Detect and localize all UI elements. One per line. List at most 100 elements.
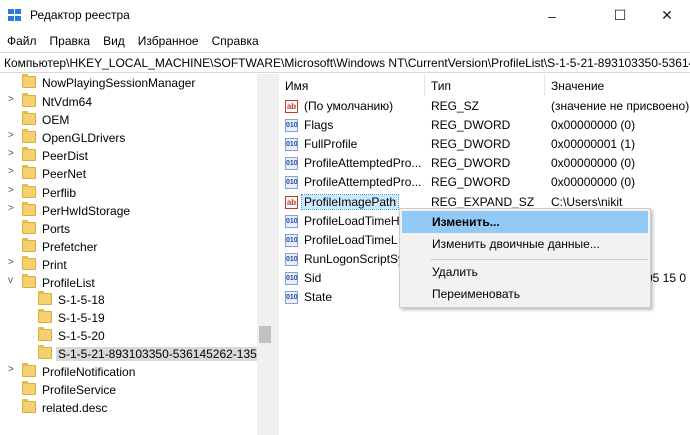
tree-item-label: Print <box>42 258 67 272</box>
tree-item[interactable]: ProfileService <box>0 381 258 399</box>
tree-item-label: PerHwIdStorage <box>42 204 131 218</box>
binary-value-icon: 010 <box>285 138 298 151</box>
expand-arrow-icon[interactable]: > <box>8 257 18 268</box>
folder-icon <box>22 202 36 216</box>
tree-item[interactable]: OEM <box>0 111 258 129</box>
folder-icon <box>38 309 52 323</box>
tree-item[interactable]: S-1-5-19 <box>0 309 258 327</box>
value-name: RunLogonScriptSy <box>304 252 405 266</box>
expand-arrow-icon[interactable]: > <box>8 203 18 214</box>
close-button[interactable]: ✕ <box>644 0 690 31</box>
tree-item-label: S-1-5-19 <box>58 311 105 325</box>
value-row[interactable]: 010 ProfileAttemptedPro... REG_DWORD 0x0… <box>279 154 690 173</box>
value-data: C:\Users\nikit <box>551 195 623 209</box>
tree-item-label: OEM <box>42 113 70 127</box>
folder-icon <box>22 399 36 413</box>
expand-arrow-icon[interactable]: > <box>8 166 18 177</box>
value-row[interactable]: ab (По умолчанию) REG_SZ (значение не пр… <box>279 97 690 116</box>
folder-icon <box>22 238 36 252</box>
tree-scrollbar[interactable] <box>257 74 273 435</box>
tree-item[interactable]: > PerHwIdStorage <box>0 202 258 220</box>
tree-item[interactable]: > OpenGLDrivers <box>0 129 258 147</box>
value-name: (По умолчанию) <box>304 99 394 113</box>
tree-item-label: ProfileList <box>42 276 95 290</box>
tree-item-label: PeerDist <box>42 149 89 163</box>
value-type: REG_DWORD <box>431 137 511 151</box>
menu-bar: Файл Правка Вид Избранное Справка <box>0 31 690 51</box>
menu-edit[interactable]: Правка <box>43 31 97 51</box>
tree-item[interactable]: > ProfileNotification <box>0 363 258 381</box>
value-data: 05 15 0 <box>646 271 687 285</box>
binary-value-icon: 010 <box>285 234 298 247</box>
value-data: 0x00000000 (0) <box>551 175 636 189</box>
value-row[interactable]: 010 FullProfile REG_DWORD 0x00000001 (1) <box>279 135 690 154</box>
folder-icon <box>38 327 52 341</box>
value-name: ProfileAttemptedPro... <box>304 156 422 170</box>
address-bar[interactable]: Компьютер\HKEY_LOCAL_MACHINE\SOFTWARE\Mi… <box>0 52 690 73</box>
expand-arrow-icon[interactable]: v <box>8 275 18 286</box>
tree-item[interactable]: S-1-5-18 <box>0 291 258 309</box>
menu-file[interactable]: Файл <box>0 31 43 51</box>
tree-item[interactable]: related.desc <box>0 399 258 417</box>
column-header-value[interactable]: Значение <box>545 74 690 96</box>
folder-icon <box>22 74 36 88</box>
expand-arrow-icon[interactable]: > <box>8 185 18 196</box>
tree-item[interactable]: > PeerDist <box>0 147 258 165</box>
string-value-icon: ab <box>285 100 298 113</box>
maximize-button[interactable]: ☐ <box>597 0 643 31</box>
value-type: REG_DWORD <box>431 118 511 132</box>
tree-item-label: S-1-5-18 <box>58 293 105 307</box>
tree-item-label: OpenGLDrivers <box>42 131 126 145</box>
value-name: FullProfile <box>304 137 358 151</box>
value-name: ProfileImagePath <box>300 194 400 210</box>
tree-item[interactable]: v ProfileList <box>0 274 258 292</box>
menu-favorites[interactable]: Избранное <box>131 31 205 51</box>
tree-item[interactable]: Prefetcher <box>0 238 258 256</box>
folder-icon <box>22 381 36 395</box>
folder-icon <box>38 345 52 359</box>
folder-icon <box>22 165 36 179</box>
value-data: 0x00000000 (0) <box>551 156 636 170</box>
tree-item[interactable]: NowPlayingSessionManager <box>0 74 258 92</box>
value-type: REG_DWORD <box>431 156 511 170</box>
binary-value-icon: 010 <box>285 291 298 304</box>
minimize-button[interactable]: – <box>529 0 575 31</box>
tree-item[interactable]: > PeerNet <box>0 165 258 183</box>
menu-item-modify[interactable]: Изменить... <box>402 211 648 233</box>
expand-arrow-icon[interactable]: > <box>8 130 18 141</box>
folder-icon <box>22 184 36 198</box>
string-value-icon: ab <box>285 196 298 209</box>
menu-item-modify-binary[interactable]: Изменить двоичные данные... <box>402 233 648 255</box>
menu-separator <box>430 259 648 260</box>
tree-item[interactable]: S-1-5-20 <box>0 327 258 345</box>
tree-item-label: Prefetcher <box>42 240 98 254</box>
column-header-name[interactable]: Имя <box>279 74 425 96</box>
tree-item[interactable]: > Perflib <box>0 184 258 202</box>
folder-icon <box>22 93 36 107</box>
menu-help[interactable]: Справка <box>205 31 265 51</box>
menu-view[interactable]: Вид <box>96 31 131 51</box>
binary-value-icon: 010 <box>285 119 298 132</box>
tree-item-selected[interactable]: S-1-5-21-893103350-536145262-13545 <box>0 345 273 363</box>
expand-arrow-icon[interactable]: > <box>8 94 18 105</box>
title-bar: Редактор реестра – ☐ ✕ <box>0 0 690 31</box>
folder-icon <box>22 274 36 288</box>
expand-arrow-icon[interactable]: > <box>8 148 18 159</box>
folder-icon <box>38 291 52 305</box>
value-data: 0x00000001 (1) <box>551 137 636 151</box>
value-name: ProfileLoadTimeL <box>304 233 398 247</box>
value-row[interactable]: 010 ProfileAttemptedPro... REG_DWORD 0x0… <box>279 173 690 192</box>
value-row[interactable]: 010 Flags REG_DWORD 0x00000000 (0) <box>279 116 690 135</box>
expand-arrow-icon[interactable]: > <box>8 364 18 375</box>
tree-item[interactable]: > Print <box>0 256 258 274</box>
menu-item-delete[interactable]: Удалить <box>402 261 648 283</box>
tree-item-label: related.desc <box>42 401 108 415</box>
scrollbar-thumb[interactable] <box>259 326 271 343</box>
value-name: ProfileLoadTimeH <box>304 214 400 228</box>
tree-item[interactable]: > NtVdm64 <box>0 93 258 111</box>
tree-item[interactable]: Ports <box>0 220 258 238</box>
folder-icon <box>22 129 36 143</box>
column-header-type[interactable]: Тип <box>425 74 545 96</box>
menu-item-rename[interactable]: Переименовать <box>402 283 648 305</box>
binary-value-icon: 010 <box>285 215 298 228</box>
